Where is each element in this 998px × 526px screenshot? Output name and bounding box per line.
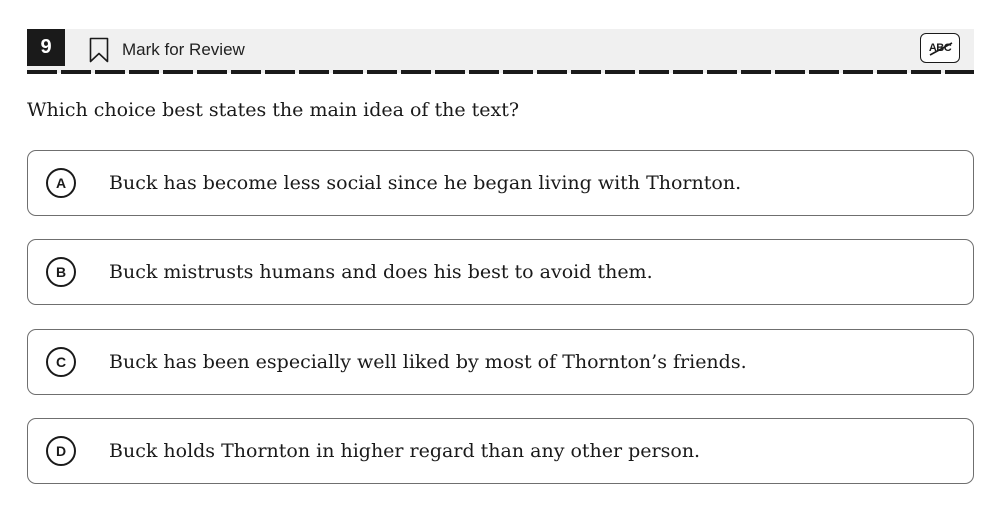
question-header: 9 Mark for Review ABC	[27, 29, 974, 73]
mark-for-review-button[interactable]: Mark for Review	[89, 37, 245, 63]
bookmark-icon	[89, 37, 109, 63]
header-divider	[27, 70, 974, 74]
question-prompt: Which choice best states the main idea o…	[27, 99, 520, 121]
answer-option-b[interactable]: B Buck mistrusts humans and does his bes…	[27, 239, 974, 305]
option-letter-b: B	[46, 257, 76, 287]
option-text-b: Buck mistrusts humans and does his best …	[109, 261, 653, 283]
mark-for-review-label: Mark for Review	[122, 40, 245, 59]
answer-eliminator-label: ABC	[928, 42, 952, 54]
option-letter-c: C	[46, 347, 76, 377]
question-number: 9	[27, 29, 65, 66]
option-letter-a: A	[46, 168, 76, 198]
answer-option-a[interactable]: A Buck has become less social since he b…	[27, 150, 974, 216]
option-letter-d: D	[46, 436, 76, 466]
option-text-c: Buck has been especially well liked by m…	[109, 351, 747, 373]
answer-option-c[interactable]: C Buck has been especially well liked by…	[27, 329, 974, 395]
answer-option-d[interactable]: D Buck holds Thornton in higher regard t…	[27, 418, 974, 484]
option-text-a: Buck has become less social since he beg…	[109, 172, 742, 194]
answer-eliminator-button[interactable]: ABC	[920, 33, 960, 63]
option-text-d: Buck holds Thornton in higher regard tha…	[109, 440, 701, 462]
